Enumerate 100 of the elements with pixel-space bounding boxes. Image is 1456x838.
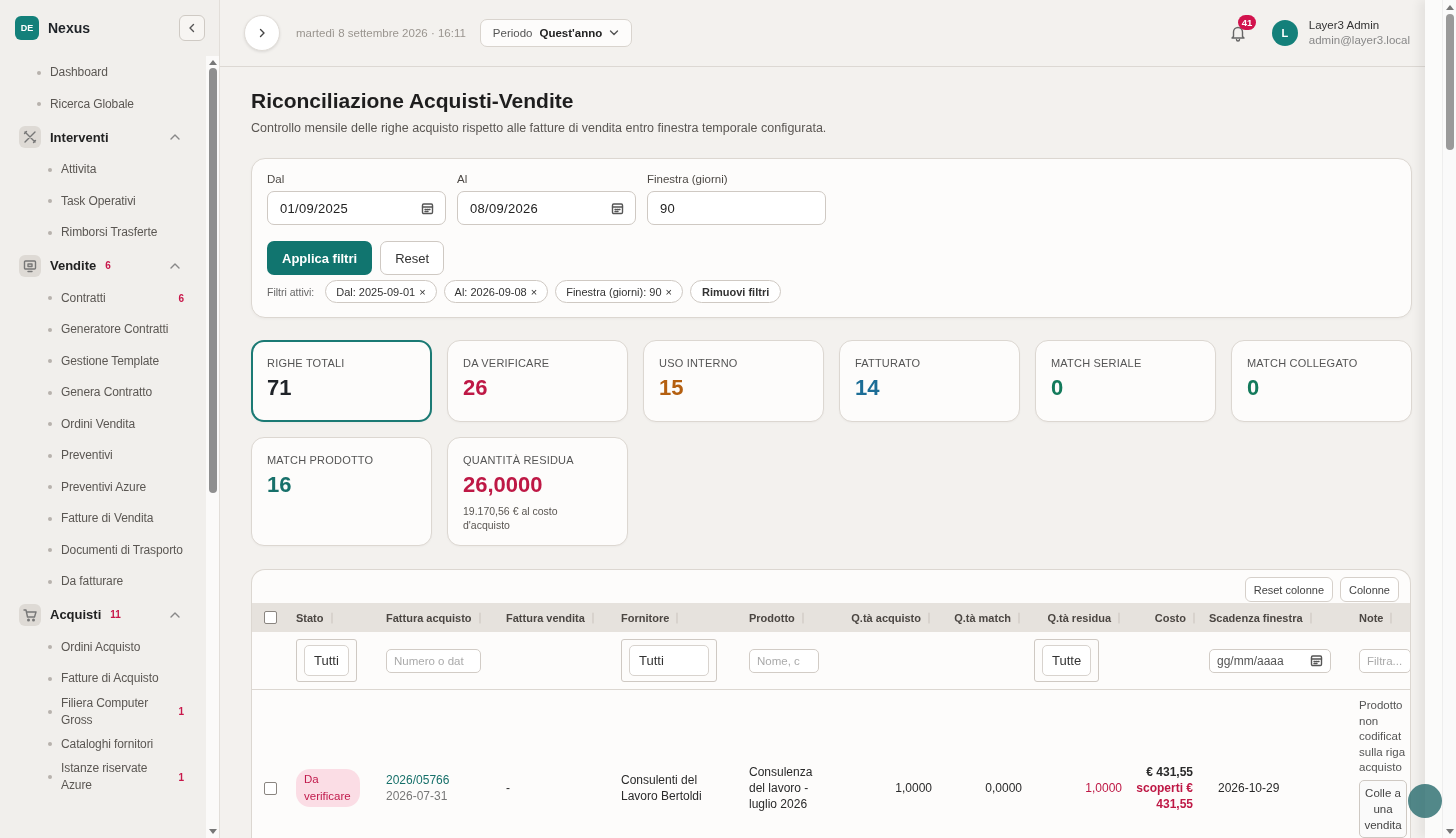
invoice-link[interactable]: 2026/05766 (386, 773, 494, 787)
sidebar-item[interactable]: Documenti di Trasporto (61, 541, 184, 559)
stat-card[interactable]: RIGHE TOTALI 71 (251, 340, 432, 422)
sidebar-item[interactable]: Filiera Computer Gross (61, 694, 179, 729)
chevron-left-icon (187, 23, 197, 33)
sidebar-item[interactable]: Generatore Contratti (61, 321, 184, 339)
count-label: 1 (178, 771, 184, 783)
select-filter[interactable]: Tutte (1034, 639, 1100, 682)
date-filter[interactable]: gg/mm/aaaa (1209, 648, 1331, 673)
stat-card[interactable]: MATCH COLLEGATO 0 (1231, 340, 1412, 422)
tools-icon[interactable] (23, 130, 37, 144)
user-email: admin@layer3.local (1308, 33, 1410, 48)
sidebar-item[interactable]: Genera Contratto (61, 384, 184, 402)
floating-action-button[interactable] (1408, 784, 1442, 818)
sidebar-item[interactable]: Fatture di Acquisto (61, 670, 184, 688)
stat-value: 71 (267, 375, 293, 401)
sidebar-item[interactable]: Ordini Acquisto (61, 638, 184, 656)
filter-chip[interactable]: Al: 2026-09-08 × (443, 280, 549, 303)
sidebar-item[interactable]: Rimborsi Trasferte (61, 224, 184, 242)
column-header[interactable]: Fornitore (621, 611, 670, 624)
select-filter[interactable]: Tutti (621, 639, 717, 682)
stat-label: MATCH PRODOTTO (267, 454, 375, 466)
stat-value: 16 (267, 472, 293, 498)
sidebar-item[interactable]: Dashboard (50, 64, 184, 82)
stat-card[interactable]: USO INTERNO 15 (643, 340, 824, 422)
link-sale-button[interactable]: Colle a una vendita (1359, 779, 1407, 838)
bell-icon[interactable] (1228, 24, 1247, 42)
chevron-down-icon (609, 30, 620, 36)
filter-chip[interactable]: Finestra (giorni): 90 × (555, 280, 683, 303)
scrollbar[interactable] (206, 56, 219, 838)
apply-filters-button[interactable]: Applica filtri (267, 241, 373, 275)
stat-label: DA VERIFICARE (463, 357, 551, 369)
stat-note: 19.170,56 € al costo d'acquisto (463, 504, 559, 532)
stat-label: MATCH SERIALE (1051, 357, 1143, 369)
chevron-up-icon[interactable] (170, 134, 180, 140)
sidebar-item[interactable]: Preventivi Azure (61, 478, 184, 496)
column-header[interactable]: Note (1359, 611, 1384, 624)
toolbar-button[interactable]: Colonne (1340, 577, 1399, 602)
checkbox[interactable] (264, 611, 277, 625)
sidebar-item[interactable]: Contratti (61, 289, 179, 307)
monitor-icon[interactable] (23, 258, 37, 273)
table-cell-text: Consulenza del lavoro - luglio 2026 (749, 764, 814, 812)
sidebar-item[interactable]: Istanze riservate Azure (61, 760, 179, 794)
page-title: Riconciliazione Acquisti-Vendite (251, 89, 575, 113)
scrollbar[interactable] (1443, 0, 1456, 838)
date-time: martedì 8 settembre 2026 · 16:11 (296, 27, 466, 39)
number-field[interactable]: 90 (647, 191, 826, 225)
user-avatar[interactable]: L (1271, 20, 1298, 46)
uncovered-amount: scoperti € 431,55 (1135, 780, 1193, 812)
stat-value: 0 (1051, 375, 1065, 401)
column-header[interactable]: Costo (1154, 611, 1186, 624)
sidebar-item[interactable]: Da fatturare (61, 573, 184, 591)
field-label: Dal (267, 173, 286, 185)
sidebar-item[interactable]: Preventivi (61, 447, 184, 465)
clear-filters-button[interactable]: Rimuovi filtri (690, 280, 782, 303)
count-label: 6 (105, 260, 111, 271)
active-filters-label: Filtri attivi: (267, 285, 315, 298)
logo-badge: DE (15, 16, 39, 40)
stat-card[interactable]: MATCH PRODOTTO 16 (251, 437, 432, 546)
sidebar-item[interactable]: Fatture di Vendita (61, 510, 184, 528)
filter-chip[interactable]: Dal: 2025-09-01 × (325, 280, 437, 303)
chevron-up-icon[interactable] (170, 611, 180, 618)
sidebar-item[interactable]: Task Operativi (61, 192, 184, 210)
collapse-sidebar-button[interactable] (179, 15, 205, 41)
chevron-up-icon[interactable] (170, 262, 180, 269)
reset-button[interactable]: Reset (380, 241, 445, 275)
app-name: Nexus (48, 20, 92, 36)
sidebar-item[interactable]: Attivita (61, 161, 184, 179)
column-header[interactable]: Stato (296, 611, 324, 624)
checkbox[interactable] (264, 782, 277, 796)
toolbar-button[interactable]: Reset colonne (1244, 577, 1333, 602)
field-label: Finestra (giorni) (647, 173, 729, 185)
select-filter[interactable]: Tutti (296, 639, 357, 682)
stat-card[interactable]: DA VERIFICARE 26 (447, 340, 628, 422)
date-field[interactable]: 08/09/2026 (457, 191, 636, 225)
cart-icon[interactable] (23, 607, 37, 622)
user-name: Layer3 Admin (1308, 18, 1381, 33)
count-label: 1 (178, 706, 184, 717)
sidebar-item[interactable]: Ordini Vendita (61, 415, 184, 433)
calendar-icon (611, 202, 624, 215)
stat-card[interactable]: MATCH SERIALE 0 (1035, 340, 1216, 422)
date-field[interactable]: 01/09/2025 (267, 191, 446, 225)
table-cell-text: - (506, 781, 511, 795)
expand-sidebar-button[interactable] (244, 15, 280, 51)
sidebar-group[interactable]: Vendite (50, 258, 97, 273)
stat-value: 26 (463, 375, 489, 401)
count-label: 11 (110, 609, 121, 620)
stat-value: 14 (855, 375, 881, 401)
sidebar-group[interactable]: Acquisti (50, 607, 102, 622)
stat-card[interactable]: QUANTITÀ RESIDUA 26,0000 19.170,56 € al costo d'acquisto (447, 437, 628, 546)
invoice-date: 2026-07-31 (386, 789, 449, 803)
sidebar-item[interactable]: Cataloghi fornitori (61, 735, 184, 753)
field-label: Al (457, 173, 469, 185)
stat-card[interactable]: FATTURATO 14 (839, 340, 1020, 422)
period-dropdown[interactable]: Periodo Quest'anno (479, 19, 633, 47)
stat-label: MATCH COLLEGATO (1247, 357, 1359, 369)
sidebar-group[interactable]: Interventi (50, 129, 109, 145)
table-cell-text: 2026-10-29 (1218, 781, 1281, 795)
sidebar-item[interactable]: Ricerca Globale (50, 95, 184, 113)
sidebar-item[interactable]: Gestione Template (61, 352, 184, 370)
